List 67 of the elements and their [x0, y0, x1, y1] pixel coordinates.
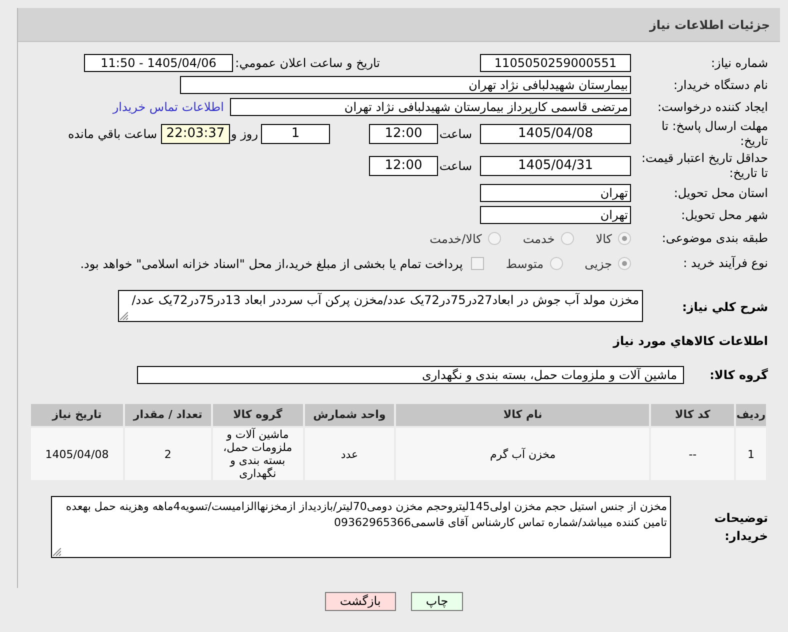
option-label: جزیی [584, 256, 612, 272]
radio-button[interactable] [618, 232, 631, 245]
field-label: نوع فرآیند خرید : [682, 256, 768, 271]
contact-link[interactable]: اطلاعات تماس خریدار [112, 98, 224, 116]
column-header: تعداد / مقدار [124, 403, 212, 427]
field-label: گروه کالا: [708, 367, 768, 384]
field-label: تاریخ و ساعت اعلان عمومي: [234, 55, 380, 72]
resize-grip-icon[interactable] [53, 548, 61, 556]
time-field[interactable]: 12:00 [369, 156, 438, 176]
radio-button[interactable] [560, 232, 574, 245]
option-label: کالا [596, 230, 612, 248]
table-cell: 1 [735, 427, 767, 481]
text-area[interactable]: مخزن مولد آب جوش در ابعاد27در75در72یک عدد/مخزن پرکن آب سرددر ابعاد 13در75در72یک عدد/ [118, 290, 643, 322]
notes-text: مخزن از جنس استیل حجم مخزن اولی145لیتروحجم مخزن دومی70لیتر/بازدیداز ازمخزنهاالزامیست/تسویه4ماهه وهزینه حمل بهعده تامین کننده میباشد/شماره تماس کارشناس آقای قاسمی09362965366 [66, 500, 667, 529]
field-label: ساعت باقي مانده [68, 126, 157, 143]
table-cell: ماشین آلات و ملزومات حمل، بسته بندی و نگهداری [212, 427, 304, 481]
section-heading: اطلاعات کالاهاي مورد نیاز [613, 333, 768, 350]
field-label: مهلت ارسال پاسخ: تا تاریخ: [660, 119, 768, 149]
field-label: استان محل تحویل: [672, 186, 768, 200]
date-field[interactable]: 1405/04/31 [480, 156, 631, 176]
text-area[interactable]: مخزن از جنس استیل حجم مخزن اولی145لیتروحجم مخزن دومی70لیتر/بازدیداز ازمخزنهاالزامیست/تسویه4ماهه وهزینه حمل بهعده تامین کننده میباشد/شماره تماس کارشناس آقای قاسمی09362965366 [51, 496, 671, 558]
field-label: شهر محل تحویل: [680, 208, 768, 222]
input-field[interactable]: بیمارستان شهیدلبافی نژاد تهران [180, 76, 631, 94]
input-field[interactable]: تهران [480, 184, 631, 202]
column-header: نام کالا [395, 403, 650, 427]
table-cell: -- [650, 427, 736, 481]
option-label: خدمت [522, 230, 555, 248]
field-label: روز و [230, 126, 258, 143]
field-label: ساعت [440, 126, 472, 143]
field-label: شماره نیاز: [710, 56, 768, 70]
table-cell: 2 [124, 427, 212, 481]
column-header: تاریخ نیاز [30, 403, 124, 427]
checkbox[interactable] [470, 257, 484, 270]
field-label: نام دستگاه خریدار: [672, 78, 768, 92]
description-text: مخزن مولد آب جوش در ابعاد27در75در72یک عدد/مخزن پرکن آب سرددر ابعاد 13در75در72یک عدد/ [132, 293, 639, 307]
input-field[interactable]: تهران [480, 206, 631, 224]
option-label: متوسط [506, 256, 544, 272]
field-label: طبقه بندی موضوعی: [660, 231, 768, 246]
option-label: کالا/خدمت [430, 230, 482, 248]
input-field[interactable]: ماشین آلات و ملزومات حمل، بسته بندی و نگهداری [137, 366, 684, 384]
field-label: شرح کلي نیاز: [681, 299, 768, 316]
days-field[interactable]: 1 [261, 124, 330, 144]
input-field[interactable]: 1105050259000551 [480, 54, 631, 72]
date-field[interactable]: 1405/04/08 [480, 124, 631, 144]
radio-button[interactable] [488, 232, 501, 245]
column-header: گروه کالا [212, 403, 304, 427]
checkbox-label: پرداخت تمام یا بخشی از مبلغ خرید،از محل "اسناد خزانه اسلامی" خواهد بود. [80, 256, 463, 272]
print-button[interactable]: چاپ [410, 592, 464, 611]
input-field[interactable]: مرتضی قاسمی کارپرداز بیمارستان شهیدلبافی نژاد تهران [230, 98, 631, 116]
table-cell: مخزن آب گرم [395, 427, 650, 481]
time-field[interactable]: 12:00 [369, 124, 438, 144]
radio-button[interactable] [618, 257, 631, 270]
resize-grip-icon[interactable] [120, 312, 128, 320]
table-cell: 1405/04/08 [30, 427, 124, 481]
page-title: جزئیات اطلاعات نیاز [649, 16, 770, 34]
field-label: ساعت [440, 158, 472, 175]
table-cell: عدد [304, 427, 396, 481]
field-label: حداقل تاریخ اعتبار قیمت: تا تاریخ: [640, 151, 768, 181]
back-button[interactable]: بازگشت [324, 592, 396, 611]
field-label: ایجاد کننده درخواست: [656, 100, 768, 114]
radio-button[interactable] [550, 257, 563, 270]
countdown-field: 22:03:37 [161, 124, 230, 144]
input-field[interactable]: 1405/04/06 - 11:50 [84, 54, 233, 72]
field-label: توضیحات خریدار: [713, 510, 768, 545]
column-header: کد کالا [650, 403, 736, 427]
column-header: واحد شمارش [304, 403, 396, 427]
column-header: ردیف [735, 403, 767, 427]
